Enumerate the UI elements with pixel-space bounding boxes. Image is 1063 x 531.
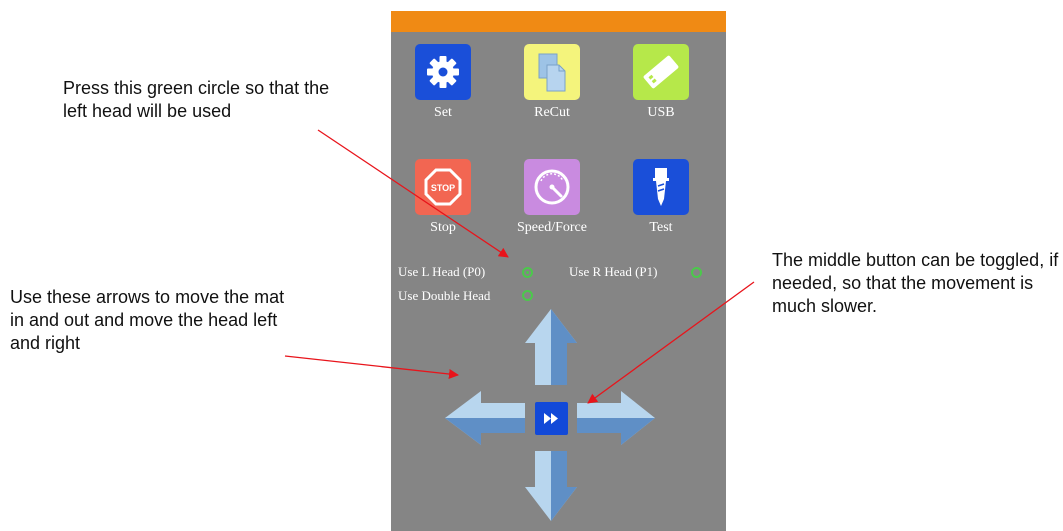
annotation-arrow-arrows — [284, 355, 459, 379]
annotation-arrow-middle-button — [587, 281, 755, 404]
annotation-arrows — [284, 129, 755, 404]
annotation-arrow-left-head — [317, 129, 509, 258]
